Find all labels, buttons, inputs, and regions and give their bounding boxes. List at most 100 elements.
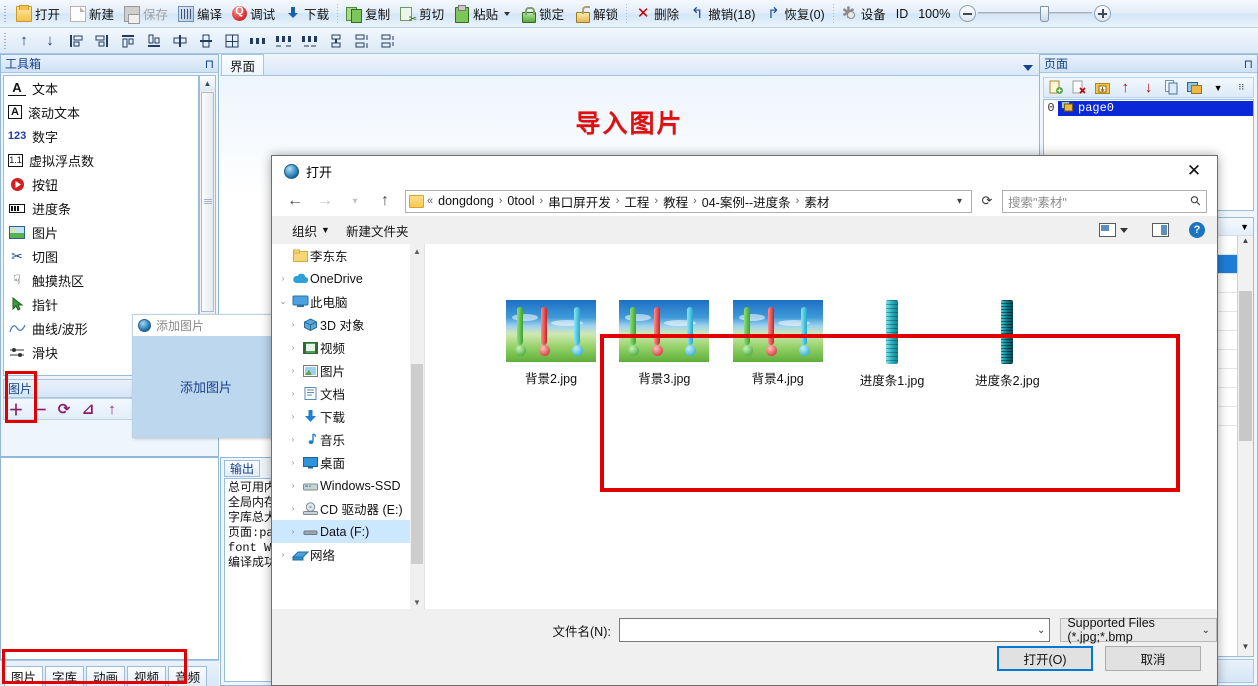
up-arrow-icon[interactable]: ↑ — [372, 189, 398, 213]
search-input[interactable]: 搜索"素材" ⚲ — [1002, 189, 1207, 213]
nav-item-lidongdong[interactable]: 李东东 — [272, 244, 424, 267]
tab-interface[interactable]: 界面 — [221, 54, 265, 75]
toolbar-grip[interactable] — [3, 3, 9, 24]
chevron-right-icon[interactable]: › — [286, 458, 300, 467]
tool-item-touch-zone[interactable]: ☟ 触摸热区 — [4, 268, 198, 292]
breadcrumb[interactable]: « dongdong › 0tool › 串口屏开发 › 工程 › 教程 › 0… — [405, 189, 972, 213]
chevron-right-icon[interactable]: › — [286, 481, 300, 490]
tab-fonts[interactable]: 字库 — [45, 666, 85, 686]
nav-item-network[interactable]: › 网络 — [272, 543, 424, 566]
pin-icon[interactable]: ⊓ — [1244, 57, 1253, 71]
remove-minus-icon[interactable]: － — [28, 399, 52, 419]
chevron-right-icon[interactable]: › — [276, 550, 290, 559]
close-icon[interactable]: ✕ — [1171, 156, 1217, 186]
space-h-out-icon[interactable] — [273, 30, 295, 52]
zoom-in-button[interactable] — [1094, 5, 1112, 22]
toolbar-copy-button[interactable]: 复制 — [341, 2, 395, 26]
toolbar-compile-button[interactable]: 编译 — [173, 2, 227, 26]
cancel-button[interactable]: 取消 — [1105, 646, 1201, 671]
chevron-right-icon[interactable]: › — [286, 389, 300, 398]
nav-pane-scrollbar[interactable]: ▲ ▼ — [410, 244, 424, 609]
tab-videos[interactable]: 视频 — [127, 666, 167, 686]
toolbar-device-button[interactable]: 设备 — [837, 2, 891, 26]
scroll-up-arrow-icon[interactable]: ▲ — [1238, 236, 1253, 250]
align-right-icon[interactable] — [91, 30, 113, 52]
file-item[interactable]: 背景2.jpg — [496, 300, 606, 387]
tool-item-scroll-text[interactable]: A 滚动文本 — [4, 100, 198, 124]
align-down-icon[interactable]: ↓ — [39, 30, 61, 52]
import-page-icon[interactable] — [1090, 78, 1113, 97]
toolbar-save-button[interactable]: 保存 — [119, 2, 173, 26]
toolbar-lock-button[interactable]: 锁定 — [515, 2, 569, 26]
breadcrumb-item[interactable]: 工程 — [622, 192, 651, 211]
help-icon[interactable]: ? — [1189, 222, 1205, 238]
tool-item-picture[interactable]: 图片 — [4, 220, 198, 244]
forward-arrow-icon[interactable]: → — [312, 189, 338, 213]
scrollbar-thumb[interactable] — [411, 364, 423, 564]
page-settings-icon[interactable] — [1183, 78, 1206, 97]
pin-icon[interactable]: ⊓ — [205, 57, 214, 71]
toolbar-paste-button[interactable]: 粘贴 — [449, 2, 515, 26]
image-list-area[interactable] — [0, 457, 219, 660]
up-arrow-icon[interactable]: ↑ — [100, 399, 124, 419]
breadcrumb-item[interactable]: 串口屏开发 — [546, 192, 613, 211]
chevron-right-icon[interactable]: › — [286, 320, 300, 329]
chevron-down-icon[interactable] — [1023, 65, 1033, 71]
filename-input[interactable]: ⌄ — [618, 618, 1051, 642]
toolbar-download-button[interactable]: 下载 — [280, 2, 334, 26]
file-item[interactable]: 进度条1.jpg — [836, 300, 948, 389]
chevron-right-icon[interactable]: › — [286, 504, 300, 513]
chevron-down-icon[interactable] — [504, 11, 511, 16]
new-page-icon[interactable] — [1044, 78, 1067, 97]
nav-item-onedrive[interactable]: › OneDrive — [272, 267, 424, 290]
file-item[interactable]: 背景4.jpg — [723, 300, 833, 387]
organize-button[interactable]: 组织 ▼ — [284, 219, 338, 241]
nav-item-windows-ssd[interactable]: › Windows-SSD — [272, 474, 424, 497]
add-plus-icon[interactable]: ＋ — [4, 399, 28, 419]
nav-item-this-pc[interactable]: ⌄ 此电脑 — [272, 290, 424, 313]
dialog-navigation-pane[interactable]: 李东东 › OneDrive ⌄ 此电脑 › 3D 对象 › 视频 › 图片 ›… — [272, 244, 424, 609]
file-item[interactable]: 进度条2.jpg — [951, 300, 1063, 389]
align-center-v-icon[interactable] — [195, 30, 217, 52]
tab-animations[interactable]: 动画 — [86, 666, 126, 686]
align-top-icon[interactable] — [117, 30, 139, 52]
move-up-icon[interactable]: ↑ — [1114, 78, 1137, 97]
scroll-down-arrow-icon[interactable]: ▼ — [410, 595, 424, 609]
preview-pane-icon[interactable] — [1152, 223, 1169, 237]
zoom-thumb[interactable] — [1040, 6, 1050, 22]
toolbar-debug-button[interactable]: 调试 — [227, 2, 280, 26]
chevron-down-icon[interactable]: ▼ — [1240, 222, 1249, 232]
tab-output[interactable]: 输出 — [224, 460, 261, 477]
align-toolbar-grip[interactable] — [3, 30, 9, 51]
chevron-down-icon[interactable]: ▾ — [951, 196, 968, 207]
nav-item-music[interactable]: › 音乐 — [272, 428, 424, 451]
copy-page-icon[interactable] — [1160, 78, 1183, 97]
chevron-down-icon[interactable]: ⌄ — [1202, 625, 1210, 636]
zoom-slider[interactable] — [959, 5, 1112, 22]
toolbar-redo-button[interactable]: ↱ 恢复(0) — [760, 2, 829, 26]
nav-item-videos[interactable]: › 视频 — [272, 336, 424, 359]
align-bottom-icon[interactable] — [143, 30, 165, 52]
new-folder-button[interactable]: 新建文件夹 — [338, 219, 417, 241]
page-entry-selected[interactable]: page0 — [1058, 100, 1253, 116]
space-v-in-icon[interactable] — [377, 30, 399, 52]
breadcrumb-item[interactable]: dongdong — [436, 194, 496, 208]
chevron-right-icon[interactable]: › — [286, 412, 300, 421]
move-down-icon[interactable]: ↓ — [1137, 78, 1160, 97]
nav-item-pictures[interactable]: › 图片 — [272, 359, 424, 382]
chevron-right-icon[interactable]: › — [286, 527, 300, 536]
chevron-right-icon[interactable]: › — [286, 343, 300, 352]
tool-item-progressbar[interactable]: 进度条 — [4, 196, 198, 220]
toolbar-new-button[interactable]: 新建 — [65, 2, 119, 26]
back-arrow-icon[interactable]: ← — [282, 189, 308, 213]
nav-item-data-drive[interactable]: › Data (F:) — [272, 520, 424, 543]
tool-item-button[interactable]: 按钮 — [4, 172, 198, 196]
breadcrumb-item[interactable]: 0tool — [505, 194, 536, 208]
file-grid[interactable]: 背景2.jpg 背景3.jpg 背景4.jpg 进度条1.jpg 进度条2.jp… — [428, 244, 1217, 609]
space-v-out-icon[interactable] — [351, 30, 373, 52]
toolbar-cut-button[interactable]: 剪切 — [395, 2, 449, 26]
chevron-right-icon[interactable]: › — [276, 274, 290, 283]
scroll-down-arrow-icon[interactable]: ▼ — [1238, 642, 1253, 656]
tool-item-float[interactable]: 1.1 虚拟浮点数 — [4, 148, 198, 172]
view-mode-icon[interactable] — [1099, 223, 1116, 237]
